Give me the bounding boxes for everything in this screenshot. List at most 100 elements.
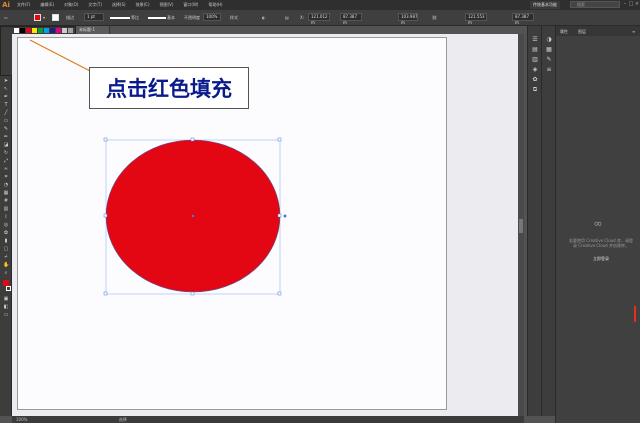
layers-icon[interactable]: ▤ [531, 46, 539, 53]
color-mode-icon[interactable]: ▣ [3, 296, 9, 302]
perspective-icon[interactable]: ▦ [3, 190, 9, 196]
fill-swatch[interactable] [34, 14, 41, 21]
pencil-tool-icon[interactable]: ✏ [3, 134, 9, 140]
stroke-icon[interactable]: ≡ [545, 66, 553, 73]
menu-file[interactable]: 文件(F) [12, 2, 35, 8]
stroke-swatch[interactable] [52, 14, 59, 21]
instruction-callout: 点击红色填充 [89, 67, 249, 109]
zoom-level[interactable]: 100% [16, 417, 27, 422]
handle-bottom-left[interactable] [103, 291, 108, 296]
extra-field[interactable]: 87.387 m [512, 13, 534, 25]
x-field[interactable]: 121.012 m [308, 13, 330, 25]
close-icon[interactable]: × [634, 1, 640, 7]
swatch-chip[interactable] [68, 28, 73, 33]
stroke-color-icon[interactable] [6, 286, 11, 291]
align-icon[interactable]: ▤ [285, 15, 289, 20]
menu-type[interactable]: 文字(T) [83, 2, 107, 8]
brush-tool-icon[interactable]: ✎ [3, 126, 9, 132]
brushes-icon[interactable]: ✎ [545, 56, 553, 63]
tab-properties[interactable]: 属性 [560, 29, 568, 35]
libraries-icon[interactable]: ▥ [531, 56, 539, 63]
shape-builder-icon[interactable]: ◔ [3, 182, 9, 188]
artboard-tool-icon[interactable]: ▢ [3, 246, 9, 252]
scale-tool-icon[interactable]: ⤢ [3, 158, 9, 164]
app-logo: Ai [0, 0, 12, 10]
h-field[interactable]: 121.553 m [465, 13, 487, 25]
appearance-icon[interactable]: ◈ [531, 66, 539, 73]
free-transform-icon[interactable]: ⌗ [3, 174, 9, 180]
sign-in-link[interactable]: 立即登录 [568, 256, 634, 262]
menu-view[interactable]: 视图(V) [155, 2, 179, 8]
recolor-icon[interactable]: ◐ [262, 15, 266, 20]
zoom-tool-icon[interactable]: ⌕ [3, 270, 9, 276]
handle-top-left[interactable] [103, 137, 108, 142]
line-tool-icon[interactable]: ╱ [3, 110, 9, 116]
menu-object[interactable]: 对象(O) [59, 2, 83, 8]
gradient-tool-icon[interactable]: ▥ [3, 206, 9, 212]
swatch-chip[interactable] [44, 28, 49, 33]
chevron-down-icon[interactable]: ▾ [43, 15, 45, 20]
color-icon[interactable]: ◑ [545, 36, 553, 43]
handle-top[interactable] [190, 137, 195, 142]
opacity-field[interactable]: 100% [203, 13, 221, 21]
handle-left[interactable] [103, 213, 108, 218]
brush-label[interactable]: 基本 [167, 15, 175, 21]
swatch-chip[interactable] [38, 28, 43, 33]
draw-mode-icon[interactable]: ◧ [3, 304, 9, 310]
tab-layers[interactable]: 图层 [578, 29, 586, 35]
swatch-chip[interactable] [56, 28, 61, 33]
menu-select[interactable]: 选择(S) [107, 2, 131, 8]
handle-bottom-right[interactable] [277, 291, 282, 296]
rotate-widget[interactable] [283, 214, 287, 218]
symbol-tool-icon[interactable]: ✿ [3, 230, 9, 236]
graph-tool-icon[interactable]: ▮ [3, 238, 9, 244]
swatch-chip[interactable] [50, 28, 55, 33]
menu-help[interactable]: 帮助(H) [203, 2, 227, 8]
w-field[interactable]: 103.987 m [398, 13, 418, 25]
search-input[interactable]: 搜索 [570, 1, 620, 8]
stroke-profile-label[interactable]: 等比 [131, 15, 139, 21]
blend-tool-icon[interactable]: ◎ [3, 222, 9, 228]
handle-right[interactable] [277, 213, 282, 218]
vertical-scrollbar[interactable] [518, 34, 524, 416]
brush-line [148, 17, 166, 19]
type-tool-icon[interactable]: T [3, 102, 9, 108]
dock-column-2: ◑ ▦ ✎ ≡ [541, 26, 555, 416]
menu-effect[interactable]: 效果(C) [131, 2, 155, 8]
pen-tool-icon[interactable]: ✒ [3, 94, 9, 100]
rotate-tool-icon[interactable]: ↻ [3, 150, 9, 156]
stroke-weight-field[interactable]: 1 pt [84, 13, 104, 21]
scrollbar-thumb[interactable] [519, 219, 523, 233]
document-tab[interactable]: 未标题-1 [76, 26, 110, 34]
handle-top-right[interactable] [277, 137, 282, 142]
link-icon[interactable]: ⛓ [432, 15, 437, 20]
swatch-chip[interactable] [26, 28, 31, 33]
handle-bottom[interactable] [190, 291, 195, 296]
rectangle-tool-icon[interactable]: ▭ [3, 118, 9, 124]
y-field[interactable]: 87.387 m [340, 13, 362, 25]
slice-tool-icon[interactable]: ⌿ [3, 254, 9, 260]
swatch-chip[interactable] [32, 28, 37, 33]
symbols-icon[interactable]: ✿ [531, 76, 539, 83]
hand-tool-icon[interactable]: ✋ [3, 262, 9, 268]
menu-window[interactable]: 窗口(W) [178, 2, 203, 8]
direct-selection-icon[interactable]: ↖ [3, 86, 9, 92]
transform-icon[interactable]: ⧉ [531, 86, 539, 93]
mesh-tool-icon[interactable]: # [3, 198, 9, 204]
style-label: 样式 [230, 15, 238, 20]
warp-tool-icon[interactable]: ≈ [3, 166, 9, 172]
swatches-icon[interactable]: ▦ [545, 46, 553, 53]
screen-mode-icon[interactable]: ▭ [3, 312, 9, 318]
scroll-indicator [634, 306, 636, 322]
swatch-chip[interactable] [62, 28, 67, 33]
menu-edit[interactable]: 编辑(E) [35, 2, 59, 8]
selection-tool-icon[interactable]: ➤ [3, 78, 9, 84]
creative-cloud-icon: ∞ [593, 217, 603, 230]
workspace-switcher[interactable]: 传统基本功能 [530, 1, 560, 9]
swatch-chip[interactable] [20, 28, 25, 33]
eraser-tool-icon[interactable]: ◪ [3, 142, 9, 148]
swatch-chip[interactable] [14, 28, 19, 33]
panel-menu-icon[interactable]: ≡ [632, 29, 635, 34]
properties-icon[interactable]: ☰ [531, 36, 539, 43]
eyedropper-icon[interactable]: ⌇ [3, 214, 9, 220]
